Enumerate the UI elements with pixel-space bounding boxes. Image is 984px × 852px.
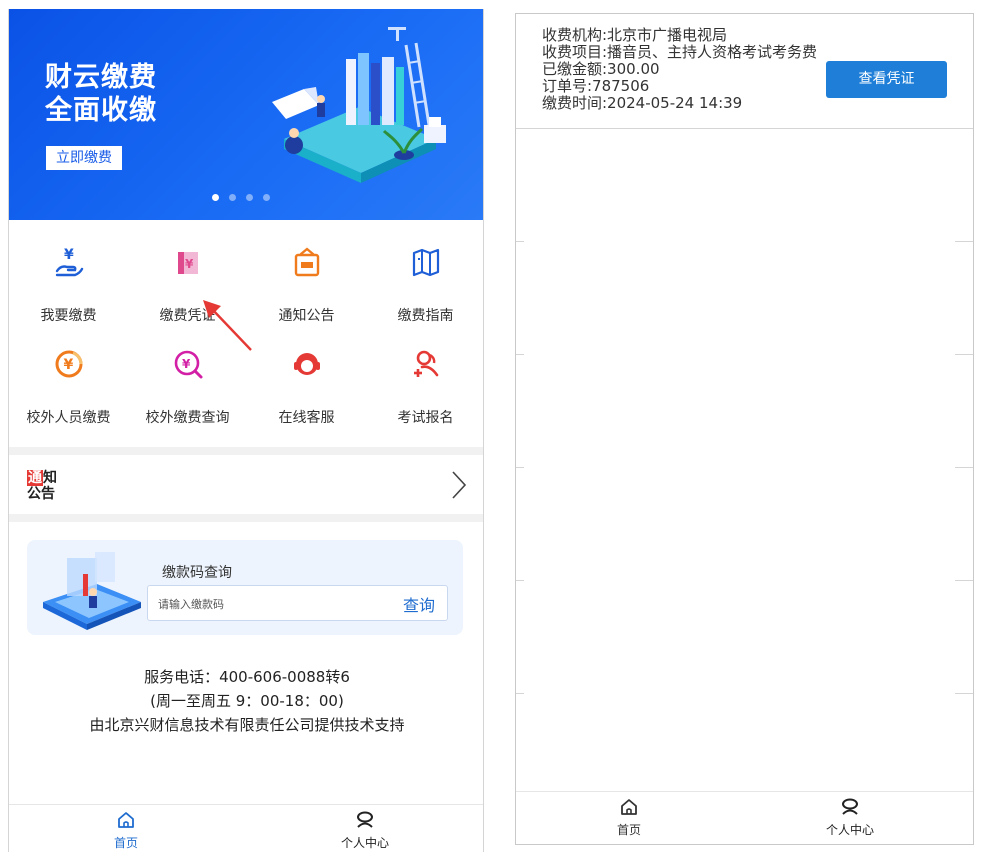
- home-screen: 财云缴费 全面收缴 立即缴费 ¥ 我要缴费 ¥ 缴费凭证 通知公告 缴费指南 ¥…: [8, 9, 484, 852]
- payment-code-card: 缴款码查询 查询: [27, 540, 463, 635]
- grid-item-notice[interactable]: 通知公告: [247, 245, 366, 335]
- tab-home[interactable]: 首页: [66, 805, 186, 852]
- guide-book-icon: [412, 248, 440, 277]
- payment-code-input-box: 查询: [147, 585, 448, 621]
- grid-label: 校外人员缴费: [26, 410, 111, 426]
- grid-label: 缴费指南: [397, 308, 454, 324]
- grid-item-exam-register[interactable]: 考试报名: [366, 347, 483, 437]
- svg-text:¥: ¥: [64, 247, 74, 263]
- record-order: 订单号:787506: [542, 77, 650, 95]
- profile-icon: [842, 798, 858, 815]
- notice-badge-line2: 公告: [27, 486, 55, 502]
- svg-text:¥: ¥: [182, 357, 191, 371]
- notice-badge-icon: 通知 公告: [27, 470, 61, 504]
- tab-home[interactable]: 首页: [569, 792, 689, 840]
- query-button[interactable]: 查询: [403, 592, 435, 616]
- divider-tick: [516, 467, 524, 468]
- banner-dot-1[interactable]: [212, 194, 219, 201]
- notice-icon: [294, 247, 320, 277]
- code-query-illustration: [43, 552, 141, 630]
- grid-label: 我要缴费: [40, 308, 97, 324]
- payment-code-input[interactable]: [158, 594, 378, 614]
- divider-tick: [516, 354, 524, 355]
- grid-item-external-pay[interactable]: ¥ 校外人员缴费: [9, 347, 128, 437]
- tab-label: 个人中心: [825, 823, 874, 837]
- tab-label: 个人中心: [340, 836, 389, 850]
- chevron-right-icon[interactable]: [449, 470, 469, 500]
- yuan-circle-icon: ¥: [55, 350, 83, 378]
- pay-now-button[interactable]: 立即缴费: [46, 146, 122, 170]
- banner-title-line2: 全面收缴: [45, 95, 157, 126]
- pointer-arrow-icon: [203, 300, 252, 351]
- banner-dot-4[interactable]: [263, 194, 270, 201]
- home-icon: [118, 812, 134, 828]
- grid-item-online-service[interactable]: 在线客服: [247, 347, 366, 437]
- hand-yuan-icon: ¥: [55, 247, 84, 277]
- grid-label: 在线客服: [278, 410, 335, 426]
- grid-item-guide[interactable]: 缴费指南: [366, 245, 483, 335]
- add-user-icon: [414, 350, 439, 377]
- divider-tick: [955, 580, 973, 581]
- service-phone: 服务电话：400-606-0088转6: [144, 668, 350, 686]
- tab-profile[interactable]: 个人中心: [305, 805, 425, 852]
- voucher-list-screen: 收费机构:北京市广播电视局 收费项目:播音员、主持人资格考试考务费 已缴金额:3…: [515, 13, 974, 845]
- grid-item-external-query[interactable]: ¥ 校外缴费查询: [128, 347, 247, 437]
- svg-text:¥: ¥: [185, 257, 194, 271]
- grid-label: 通知公告: [278, 308, 335, 324]
- customer-service-icon: [294, 353, 320, 375]
- svg-text:¥: ¥: [64, 357, 74, 373]
- tab-profile[interactable]: 个人中心: [790, 792, 910, 840]
- banner-title-line1: 财云缴费: [45, 62, 157, 93]
- divider-tick: [955, 241, 973, 242]
- record-org: 收费机构:北京市广播电视局: [542, 26, 728, 44]
- notice-badge-highlight: 通: [27, 470, 43, 486]
- section-divider: [9, 514, 483, 522]
- record-time: 缴费时间:2024-05-24 14:39: [542, 94, 743, 112]
- record-item: 收费项目:播音员、主持人资格考试考务费: [542, 43, 818, 61]
- banner-illustration: [272, 27, 446, 183]
- voucher-icon: ¥: [178, 252, 198, 274]
- banner-title: 财云缴费 全面收缴: [45, 61, 157, 127]
- tech-support: 由北京兴财信息技术有限责任公司提供技术支持: [89, 716, 405, 734]
- view-voucher-button[interactable]: 查看凭证: [826, 61, 947, 98]
- section-divider: [9, 447, 483, 455]
- service-info: 服务电话：400-606-0088转6 (周一至周五 9：00-18：00) 由…: [9, 665, 483, 737]
- code-query-title: 缴款码查询: [162, 565, 232, 581]
- divider-tick: [955, 354, 973, 355]
- record-amount: 已缴金额:300.00: [542, 60, 660, 78]
- banner-carousel[interactable]: 财云缴费 全面收缴 立即缴费: [9, 9, 483, 220]
- grid-item-pay[interactable]: ¥ 我要缴费: [9, 245, 128, 335]
- notice-bar[interactable]: 通知 公告: [9, 456, 483, 514]
- tab-label: 首页: [113, 836, 138, 850]
- tab-label: 首页: [616, 823, 641, 837]
- notice-badge-line1: 知: [43, 470, 57, 486]
- banner-dot-3[interactable]: [246, 194, 253, 201]
- divider-tick: [955, 467, 973, 468]
- banner-pagination[interactable]: [212, 194, 270, 201]
- profile-icon: [357, 811, 373, 828]
- payment-record-item[interactable]: 收费机构:北京市广播电视局 收费项目:播音员、主持人资格考试考务费 已缴金额:3…: [516, 14, 973, 129]
- bottom-tabbar: 首页 个人中心: [516, 791, 973, 844]
- divider-tick: [955, 693, 973, 694]
- bottom-tabbar: 首页 个人中心: [9, 804, 483, 852]
- divider-tick: [516, 241, 524, 242]
- divider-tick: [516, 693, 524, 694]
- grid-label: 考试报名: [397, 410, 454, 426]
- banner-dot-2[interactable]: [229, 194, 236, 201]
- divider-tick: [516, 580, 524, 581]
- service-hours: (周一至周五 9：00-18：00): [150, 692, 344, 710]
- grid-label: 校外缴费查询: [145, 410, 230, 426]
- home-icon: [621, 799, 637, 815]
